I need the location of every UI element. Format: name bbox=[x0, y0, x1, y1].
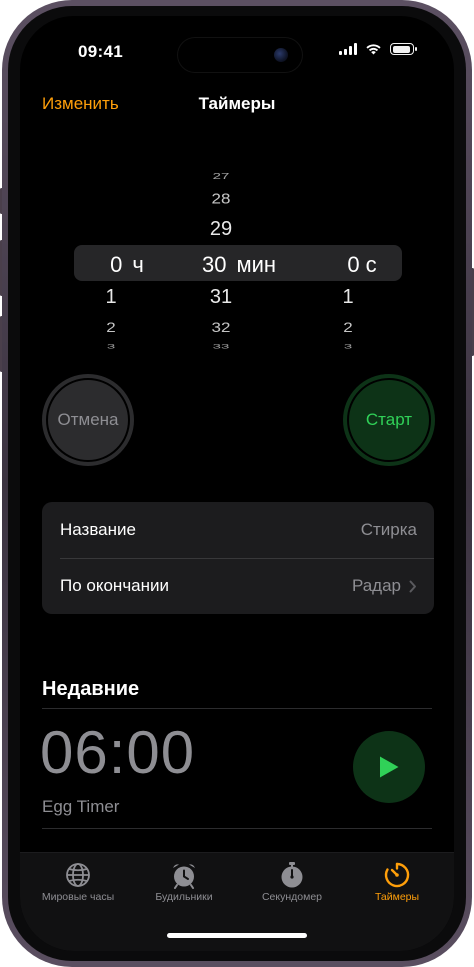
alarm-clock-icon bbox=[173, 864, 195, 889]
tab-alarms-label: Будильники bbox=[155, 891, 213, 903]
minutes-selected: 30 мин bbox=[202, 252, 322, 278]
when-timer-ends-title: По окончании bbox=[60, 576, 170, 595]
label-row-title: Название bbox=[60, 520, 136, 539]
home-indicator[interactable] bbox=[167, 933, 307, 938]
cellular-signal-icon bbox=[339, 43, 357, 55]
hours-selected: 0ч bbox=[92, 252, 162, 278]
cancel-button[interactable]: Отмена bbox=[42, 374, 134, 466]
hours-below-2: 2 bbox=[106, 320, 116, 336]
when-timer-ends-row[interactable]: По окончании Радар bbox=[42, 558, 434, 614]
recents-heading: Недавние bbox=[42, 678, 140, 700]
tab-timers-label: Таймеры bbox=[374, 891, 420, 903]
cancel-button-label: Отмена bbox=[57, 410, 119, 429]
hours-value: 0 bbox=[110, 252, 123, 277]
when-timer-ends-value-group: Радар bbox=[352, 576, 417, 596]
start-button-label: Старт bbox=[365, 410, 413, 429]
iphone-device: 09:41 Изменить Таймеры 0ч 1 2 3 27 28 29… bbox=[0, 0, 474, 967]
recents-divider-top bbox=[42, 708, 432, 709]
tab-timers[interactable]: Таймеры bbox=[343, 861, 451, 903]
stopwatch-icon bbox=[281, 862, 303, 888]
wifi-icon bbox=[366, 44, 381, 55]
seconds-selected: 0с bbox=[332, 252, 392, 278]
status-icons bbox=[339, 43, 417, 55]
start-button[interactable]: Старт bbox=[343, 374, 435, 466]
front-camera-icon bbox=[274, 48, 288, 62]
label-row[interactable]: Название Стирка bbox=[42, 502, 434, 558]
hours-unit: ч bbox=[132, 252, 144, 277]
seconds-below-2: 2 bbox=[343, 320, 353, 336]
timer-icon bbox=[384, 862, 410, 888]
seconds-below-1: 1 bbox=[342, 286, 354, 308]
minutes-unit: мин bbox=[236, 252, 277, 277]
recent-timer-label: Egg Timer bbox=[42, 797, 120, 816]
tab-stopwatch[interactable]: Секундомер bbox=[238, 861, 346, 903]
minutes-below-3: 33 bbox=[212, 342, 230, 351]
hours-below-1: 1 bbox=[105, 286, 117, 308]
chevron-right-icon bbox=[409, 580, 416, 592]
recent-timer-duration: 06:00 bbox=[40, 719, 196, 786]
seconds-below-3: 3 bbox=[343, 342, 353, 351]
seconds-unit: с bbox=[365, 252, 377, 277]
globe-icon bbox=[66, 863, 90, 887]
page-title: Таймеры bbox=[198, 94, 276, 113]
label-row-value: Стирка bbox=[360, 520, 417, 539]
dynamic-island bbox=[178, 38, 302, 72]
status-time: 09:41 bbox=[78, 42, 123, 61]
tab-stopwatch-label: Секундомер bbox=[261, 891, 323, 903]
minutes-above-3: 29 bbox=[209, 218, 233, 240]
hours-below-3: 3 bbox=[106, 342, 116, 351]
minutes-below-1: 31 bbox=[209, 286, 233, 308]
seconds-value: 0 bbox=[347, 252, 360, 277]
tab-alarms[interactable]: Будильники bbox=[130, 861, 238, 903]
play-icon bbox=[380, 756, 399, 778]
recents-divider-bottom bbox=[42, 828, 432, 829]
minutes-value: 30 bbox=[202, 252, 227, 277]
screen: 09:41 Изменить Таймеры 0ч 1 2 3 27 28 29… bbox=[20, 16, 454, 951]
timer-settings-card: Название Стирка По окончании Радар bbox=[42, 502, 434, 614]
minutes-below-2: 32 bbox=[211, 320, 231, 336]
recent-timer-play-button[interactable] bbox=[353, 731, 425, 803]
minutes-above-2: 28 bbox=[211, 190, 231, 207]
minutes-above-1: 27 bbox=[212, 171, 230, 182]
tab-world-clock[interactable]: Мировые часы bbox=[24, 861, 132, 903]
tab-world-clock-label: Мировые часы bbox=[41, 891, 115, 903]
when-timer-ends-value: Радар bbox=[351, 576, 401, 595]
battery-icon bbox=[390, 43, 417, 55]
